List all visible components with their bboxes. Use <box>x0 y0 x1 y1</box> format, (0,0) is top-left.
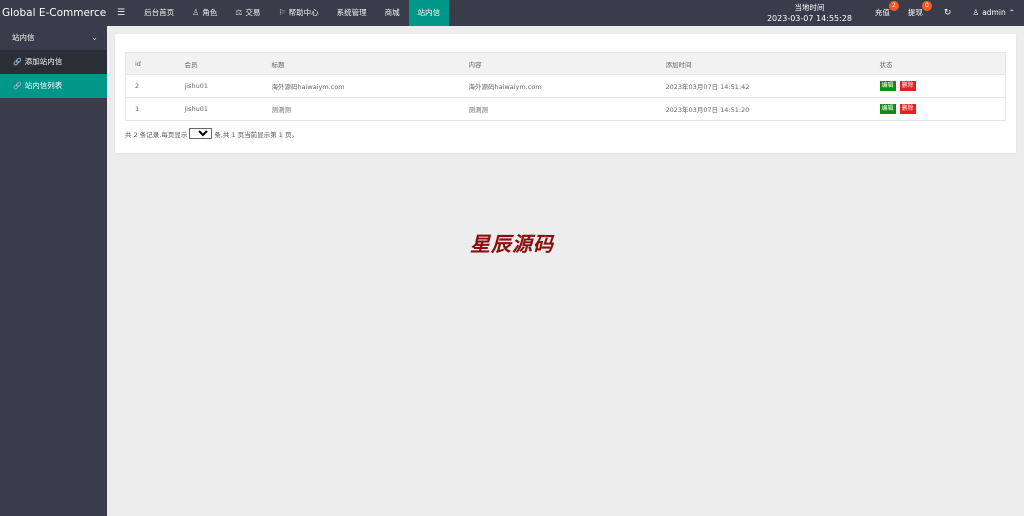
delete-button[interactable]: 删除 <box>899 81 916 91</box>
app-logo[interactable]: Global E-Commerce... <box>0 0 107 26</box>
cell-content: 测测测 <box>459 97 657 121</box>
edit-button[interactable]: 编辑 <box>879 104 896 114</box>
nav-item-role[interactable]: ♙ 角色 <box>183 0 226 26</box>
recharge-label: 充值 <box>874 8 890 17</box>
flag-icon: ⚐ <box>278 8 286 17</box>
user-name: admin <box>982 8 1006 17</box>
chevron-up-icon: ⌃ <box>1008 8 1015 17</box>
sidebar: 站内信 ⌄ 🔗 添加站内信 🔗 站内信列表 <box>0 26 107 516</box>
clock-label: 当地时间 <box>794 3 825 12</box>
user-menu[interactable]: ♙ admin ⌃ <box>963 0 1024 26</box>
table-header-row: id 会员 标题 内容 添加时间 状态 <box>125 52 1006 75</box>
cell-time: 2023年03月07日 14:51:42 <box>656 74 871 98</box>
nav-item-messages[interactable]: 站内信 <box>408 0 450 26</box>
sidebar-item-add-message[interactable]: 🔗 添加站内信 <box>0 50 107 74</box>
refresh-icon: ↻ <box>943 8 952 18</box>
recharge-button[interactable]: 充值 2 <box>866 0 899 26</box>
nav-item-system[interactable]: 系统管理 <box>328 0 376 26</box>
sidebar-group-label: 站内信 <box>12 33 35 42</box>
nav-item-label: 交易 <box>245 8 261 17</box>
link-icon: 🔗 <box>13 58 22 66</box>
top-nav: ☰ 后台首页 ♙ 角色 ⚖ 交易 ⚐ 帮助中心 系统管理 商城 站内信 <box>107 0 450 26</box>
nav-item-label: 商城 <box>384 8 400 17</box>
cell-member: jishu01 <box>175 74 263 98</box>
pagination-prefix: 共 2 条记录,每页显示 <box>125 130 188 139</box>
nav-item-label: 帮助中心 <box>288 8 319 17</box>
cell-actions: 编辑 删除 <box>870 97 1006 121</box>
page-size-select[interactable]: 20 <box>189 128 213 139</box>
column-header-content: 内容 <box>459 52 657 75</box>
column-header-time: 添加时间 <box>656 52 871 75</box>
sidebar-item-label: 站内信列表 <box>24 81 63 90</box>
watermark-text: 星辰源码 <box>470 232 554 256</box>
user-icon: ♙ <box>192 8 200 17</box>
nav-item-mall[interactable]: 商城 <box>376 0 409 26</box>
menu-toggle-button[interactable]: ☰ <box>107 0 135 26</box>
nav-item-label: 系统管理 <box>336 8 367 17</box>
table-row: 2 jishu01 海外源码haiwaiym.com 海外源码haiwaiym.… <box>125 74 1006 98</box>
link-icon: 🔗 <box>13 82 22 90</box>
column-header-id: id <box>125 52 176 75</box>
nav-item-label: 站内信 <box>417 8 441 17</box>
delete-button[interactable]: 删除 <box>899 104 916 114</box>
cell-content: 海外源码haiwaiym.com <box>459 74 657 98</box>
nav-item-label: 后台首页 <box>144 8 175 17</box>
column-header-member: 会员 <box>175 52 263 75</box>
cell-title: 测测测 <box>262 97 460 121</box>
nav-item-dashboard[interactable]: 后台首页 <box>135 0 183 26</box>
local-clock: 当地时间 2023-03-07 14:55:28 <box>767 2 852 24</box>
top-header: Global E-Commerce... ☰ 后台首页 ♙ 角色 ⚖ 交易 ⚐ 帮助中… <box>0 0 1024 26</box>
table-row: 1 jishu01 测测测 测测测 2023年03月07日 14:51:20 编… <box>125 97 1006 121</box>
cell-id: 1 <box>125 97 176 121</box>
chevron-down-icon: ⌄ <box>91 33 98 42</box>
withdraw-button[interactable]: 提现 0 <box>899 0 932 26</box>
sidebar-item-message-list[interactable]: 🔗 站内信列表 <box>0 74 107 98</box>
nav-item-label: 角色 <box>202 8 218 17</box>
cell-member: jishu01 <box>175 97 263 121</box>
nav-item-help[interactable]: ⚐ 帮助中心 <box>269 0 327 26</box>
edit-button[interactable]: 编辑 <box>879 81 896 91</box>
withdraw-badge: 0 <box>921 1 932 11</box>
cell-title: 海外源码haiwaiym.com <box>262 74 460 98</box>
hamburger-icon: ☰ <box>117 8 126 18</box>
user-icon: ♙ <box>972 8 980 17</box>
content-card: id 会员 标题 内容 添加时间 状态 2 jishu01 海外源码haiwai… <box>115 34 1016 153</box>
cell-actions: 编辑 删除 <box>870 74 1006 98</box>
sidebar-group-messages[interactable]: 站内信 ⌄ <box>0 26 107 50</box>
withdraw-label: 提现 <box>907 8 923 17</box>
pagination: 共 2 条记录,每页显示 20 条,共 1 页当前显示第 1 页。 <box>125 128 298 139</box>
cell-id: 2 <box>125 74 176 98</box>
recharge-badge: 2 <box>888 1 899 11</box>
column-header-status: 状态 <box>870 52 1006 75</box>
message-table: id 会员 标题 内容 添加时间 状态 2 jishu01 海外源码haiwai… <box>125 52 1006 121</box>
sidebar-item-label: 添加站内信 <box>24 57 63 66</box>
cell-time: 2023年03月07日 14:51:20 <box>656 97 871 121</box>
refresh-button[interactable]: ↻ <box>932 0 964 26</box>
clock-value: 2023-03-07 14:55:28 <box>766 14 852 23</box>
scale-icon: ⚖ <box>235 8 243 17</box>
column-header-title: 标题 <box>262 52 460 75</box>
pagination-suffix: 条,共 1 页当前显示第 1 页。 <box>214 130 298 139</box>
nav-item-trade[interactable]: ⚖ 交易 <box>226 0 269 26</box>
header-right: 当地时间 2023-03-07 14:55:28 充值 2 提现 0 ↻ ♙ a… <box>767 0 1024 26</box>
